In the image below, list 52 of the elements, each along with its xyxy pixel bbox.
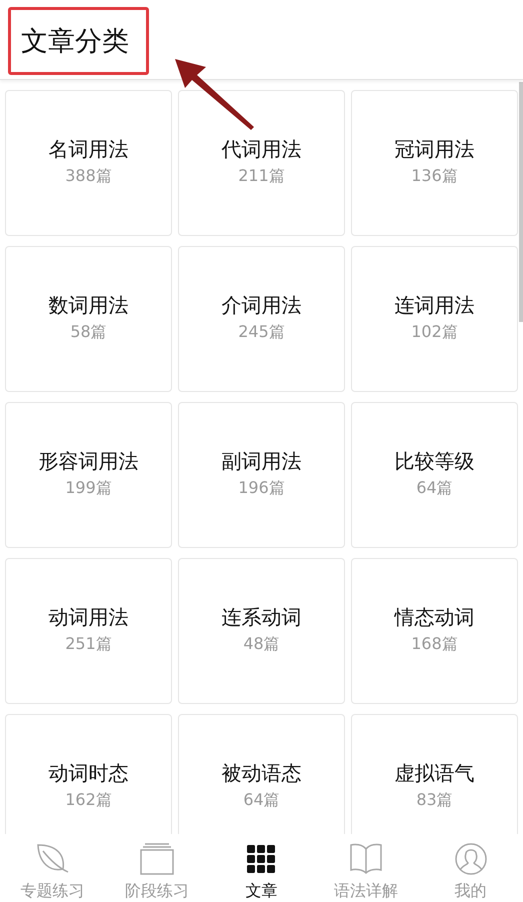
article-count: 251篇 [65,634,112,654]
category-card[interactable]: 副词用法 196篇 [178,402,345,548]
leaf-icon [35,843,70,875]
article-count: 388篇 [65,166,112,186]
category-card[interactable]: 动词时态 162篇 [5,714,172,834]
article-count: 102篇 [411,322,458,342]
article-count: 64篇 [243,790,280,810]
article-count: 196篇 [238,478,285,498]
category-card[interactable]: 情态动词 168篇 [351,558,518,704]
category-card[interactable]: 被动语态 64篇 [178,714,345,834]
category-name: 虚拟语气 [394,760,474,787]
category-name: 连词用法 [394,292,474,319]
category-name: 被动语态 [222,760,302,787]
category-card[interactable]: 虚拟语气 83篇 [351,714,518,834]
stack-icon [140,843,174,875]
article-count: 199篇 [65,478,112,498]
category-card[interactable]: 连词用法 102篇 [351,246,518,392]
article-count: 245篇 [238,322,285,342]
category-name: 副词用法 [222,448,302,475]
category-name: 形容词用法 [38,448,138,475]
category-name: 数词用法 [48,292,128,319]
category-card[interactable]: 动词用法 251篇 [5,558,172,704]
category-name: 比较等级 [394,448,474,475]
category-card[interactable]: 连系动词 48篇 [178,558,345,704]
category-card[interactable]: 代词用法 211篇 [178,90,345,236]
category-name: 名词用法 [48,136,128,163]
category-card[interactable]: 名词用法 388篇 [5,90,172,236]
category-name: 介词用法 [222,292,302,319]
article-count: 83篇 [416,790,453,810]
category-name: 代词用法 [222,136,302,163]
article-count: 168篇 [411,634,458,654]
category-card[interactable]: 介词用法 245篇 [178,246,345,392]
category-name: 动词用法 [48,604,128,631]
article-count: 211篇 [238,166,285,186]
article-count: 162篇 [65,790,112,810]
page-title: 文章分类 [8,7,149,75]
user-icon [454,843,487,875]
category-name: 连系动词 [222,604,302,631]
article-count: 64篇 [416,478,453,498]
category-name: 动词时态 [48,760,128,787]
tab-button[interactable]: 文章 [209,834,314,902]
category-name: 情态动词 [394,604,474,631]
article-count: 58篇 [70,322,107,342]
category-card[interactable]: 冠词用法 136篇 [351,90,518,236]
category-card[interactable]: 比较等级 64篇 [351,402,518,548]
category-card[interactable]: 数词用法 58篇 [5,246,172,392]
grid-icon [247,845,276,873]
category-name: 冠词用法 [394,136,474,163]
book-icon [350,843,382,875]
category-card[interactable]: 形容词用法 199篇 [5,402,172,548]
article-count: 48篇 [243,634,280,654]
article-count: 136篇 [411,166,458,186]
